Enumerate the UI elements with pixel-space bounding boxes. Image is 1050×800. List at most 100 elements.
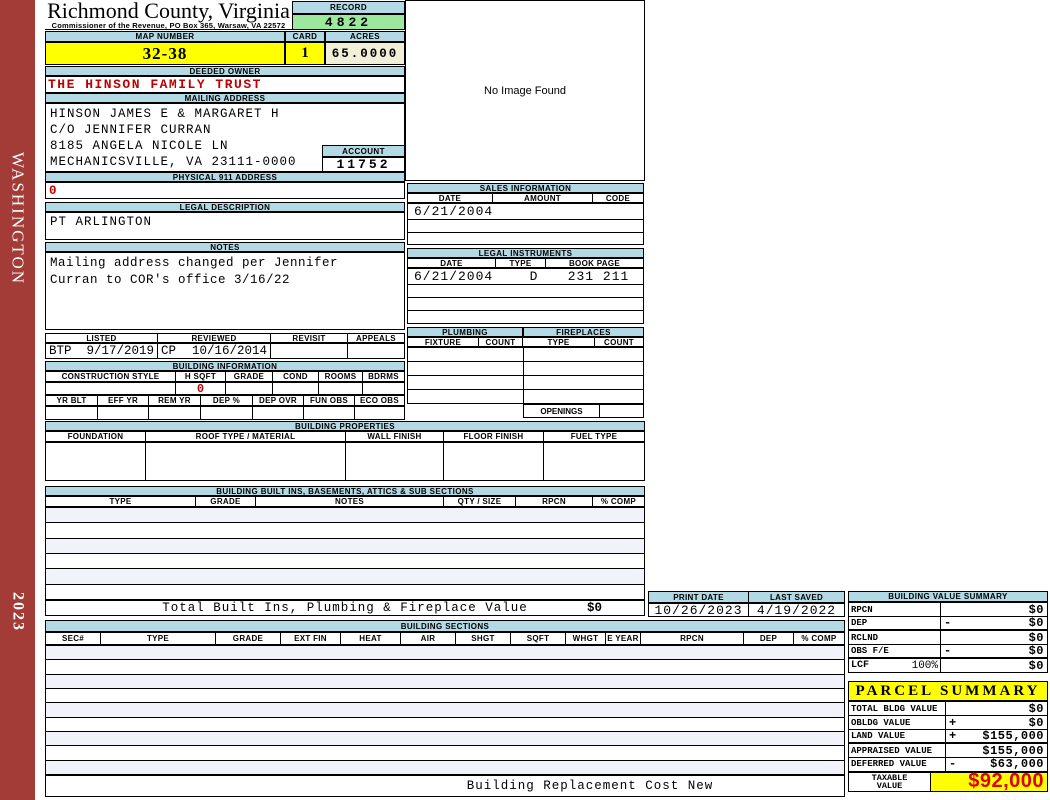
fuel-type-label: FUEL TYPE — [544, 432, 644, 441]
table-row: 6/21/2004 — [408, 204, 643, 220]
notes-value: Mailing address changed per Jennifer Cur… — [45, 252, 405, 330]
notes-line: Curran to COR's office 3/16/22 — [50, 273, 291, 287]
legal-instruments-label: LEGAL INSTRUMENTS — [407, 248, 644, 258]
built-ins-total-row: Total Built Ins, Plumbing & Fireplace Va… — [45, 600, 645, 616]
listed-label: LISTED — [46, 334, 158, 343]
mailing-line: C/O JENNIFER CURRAN — [50, 123, 212, 137]
sec-air-label: AIR — [401, 633, 456, 644]
deeded-owner-value: THE HINSON FAMILY TRUST — [45, 76, 405, 93]
builtin-comp-label: % COMP — [593, 497, 644, 506]
sec-whgt-label: WHGT — [566, 633, 606, 644]
instruments-header-row: DATE TYPE BOOK PAGE — [407, 258, 644, 268]
table-row — [46, 717, 844, 732]
fixture-label: FIXTURE — [408, 338, 479, 347]
building-sections-header: SEC# TYPE GRADE EXT FIN HEAT AIR SHGT SQ… — [45, 632, 845, 645]
bvs-row: OBS F/E - $0 — [848, 644, 1048, 659]
revisit-label: REVISIT — [271, 334, 348, 343]
notes-label: NOTES — [45, 242, 405, 252]
bdrms-label: BDRMS — [363, 372, 404, 381]
print-info-header: PRINT DATE LAST SAVED — [648, 591, 845, 603]
table-row — [408, 285, 643, 298]
taxable-value-row: TAXABLE VALUE $92,000 — [848, 770, 1048, 792]
building-properties-header: FOUNDATION ROOF TYPE / MATERIAL WALL FIN… — [45, 431, 645, 442]
sec-dep-label: DEP — [744, 633, 794, 644]
table-row — [46, 760, 844, 774]
sec-rpcn-label: RPCN — [641, 633, 744, 644]
sec-num-label: SEC# — [46, 633, 101, 644]
county-title: Richmond County, Virginia — [47, 0, 290, 23]
sec-sqft-label: SQFT — [511, 633, 566, 644]
plumbing-count-label: COUNT — [479, 338, 523, 347]
remyr-label: REM YR — [149, 396, 201, 405]
hsqft-value: 0 — [176, 382, 226, 396]
legal-description-label: LEGAL DESCRIPTION — [45, 202, 405, 212]
appeals-value — [348, 344, 404, 358]
built-ins-rows — [45, 507, 645, 600]
instruments-rows: 6/21/2004 D 231 211 — [407, 268, 644, 324]
county-header: Richmond County, Virginia Commissioner o… — [45, 0, 292, 30]
table-row — [408, 232, 643, 244]
mailing-line: HINSON JAMES E & MARGARET H — [50, 107, 280, 121]
grade-label: GRADE — [226, 372, 273, 381]
deppct-label: DEP % — [201, 396, 253, 405]
year-district-sidebar: WASHINGTON 2023 — [0, 0, 35, 800]
plumbing-fireplaces-header: FIXTURE COUNT TYPE COUNT — [407, 337, 644, 347]
construction-style-value — [46, 383, 176, 394]
table-row — [46, 746, 844, 761]
grade-value — [226, 383, 273, 394]
bvs-row: RCLND $0 — [848, 631, 1048, 645]
builtin-notes-label: NOTES — [256, 497, 444, 506]
bvs-row: LCF 100% $0 — [848, 659, 1048, 673]
table-row — [408, 311, 643, 323]
district-label: WASHINGTON — [8, 152, 28, 286]
table-row — [46, 508, 644, 524]
sales-amount-label: AMOUNT — [493, 194, 593, 203]
building-info-values-2 — [45, 406, 405, 420]
table-row — [408, 390, 643, 403]
table-row — [408, 362, 643, 376]
table-row — [46, 731, 844, 747]
fireplace-count-label: COUNT — [595, 338, 643, 347]
sec-type-label: TYPE — [101, 633, 216, 644]
table-row — [408, 376, 643, 390]
fireplaces-label: FIREPLACES — [523, 327, 644, 337]
parcel-row: LAND VALUE + $155,000 — [848, 729, 1048, 744]
sec-shgt-label: SHGT — [456, 633, 511, 644]
bdrms-value — [363, 383, 404, 394]
mailing-address-label: MAILING ADDRESS — [45, 93, 405, 103]
table-row — [46, 688, 844, 704]
table-row — [46, 703, 844, 718]
last-saved-value: 4/19/2022 — [756, 602, 837, 618]
no-image-message: No Image Found — [484, 84, 566, 97]
acres-label: ACRES — [325, 31, 405, 42]
table-row — [408, 298, 643, 311]
rooms-label: ROOMS — [319, 372, 363, 381]
sec-comp-label: % COMP — [794, 633, 844, 644]
built-ins-label: BUILDING BUILT INS, BASEMENTS, ATTICS & … — [45, 486, 645, 496]
last-saved-label: LAST SAVED — [749, 592, 844, 602]
card-value: 1 — [285, 42, 325, 65]
fireplace-type-label: TYPE — [523, 338, 595, 347]
building-value-summary-label: BUILDING VALUE SUMMARY — [848, 591, 1048, 602]
building-properties-label: BUILDING PROPERTIES — [45, 421, 645, 431]
builtin-qty-label: QTY / SIZE — [444, 497, 516, 506]
print-date-value: 10/26/2023 — [649, 603, 749, 618]
sales-code-label: CODE — [593, 194, 643, 203]
review-value-row: BTP 9/17/2019 CP 10/16/2014 — [45, 343, 405, 359]
taxable-value-amount: $92,000 — [931, 770, 1047, 792]
table-row — [46, 569, 644, 585]
table-row — [46, 538, 644, 554]
builtin-rpcn-label: RPCN — [516, 497, 593, 506]
openings-label: OPENINGS — [524, 405, 600, 417]
builtin-grade-label: GRADE — [196, 497, 256, 506]
record-box: RECORD 4822 — [292, 1, 405, 30]
property-record-card: WASHINGTON 2023 Richmond County, Virgini… — [0, 0, 1050, 800]
print-date-label: PRINT DATE — [649, 592, 749, 602]
physical-911-value: 0 — [45, 182, 405, 199]
ecoobs-label: ECO OBS — [355, 396, 404, 405]
table-row — [46, 584, 644, 599]
parcel-row: TOTAL BLDG VALUE $0 — [848, 702, 1048, 716]
building-sections-label: BUILDING SECTIONS — [45, 620, 845, 632]
building-value-summary: RPCN $0 DEP - $0 RCLND $0 OBS F/E - $0 LCF… — [848, 602, 1048, 673]
physical-911-label: PHYSICAL 911 ADDRESS — [45, 172, 405, 182]
